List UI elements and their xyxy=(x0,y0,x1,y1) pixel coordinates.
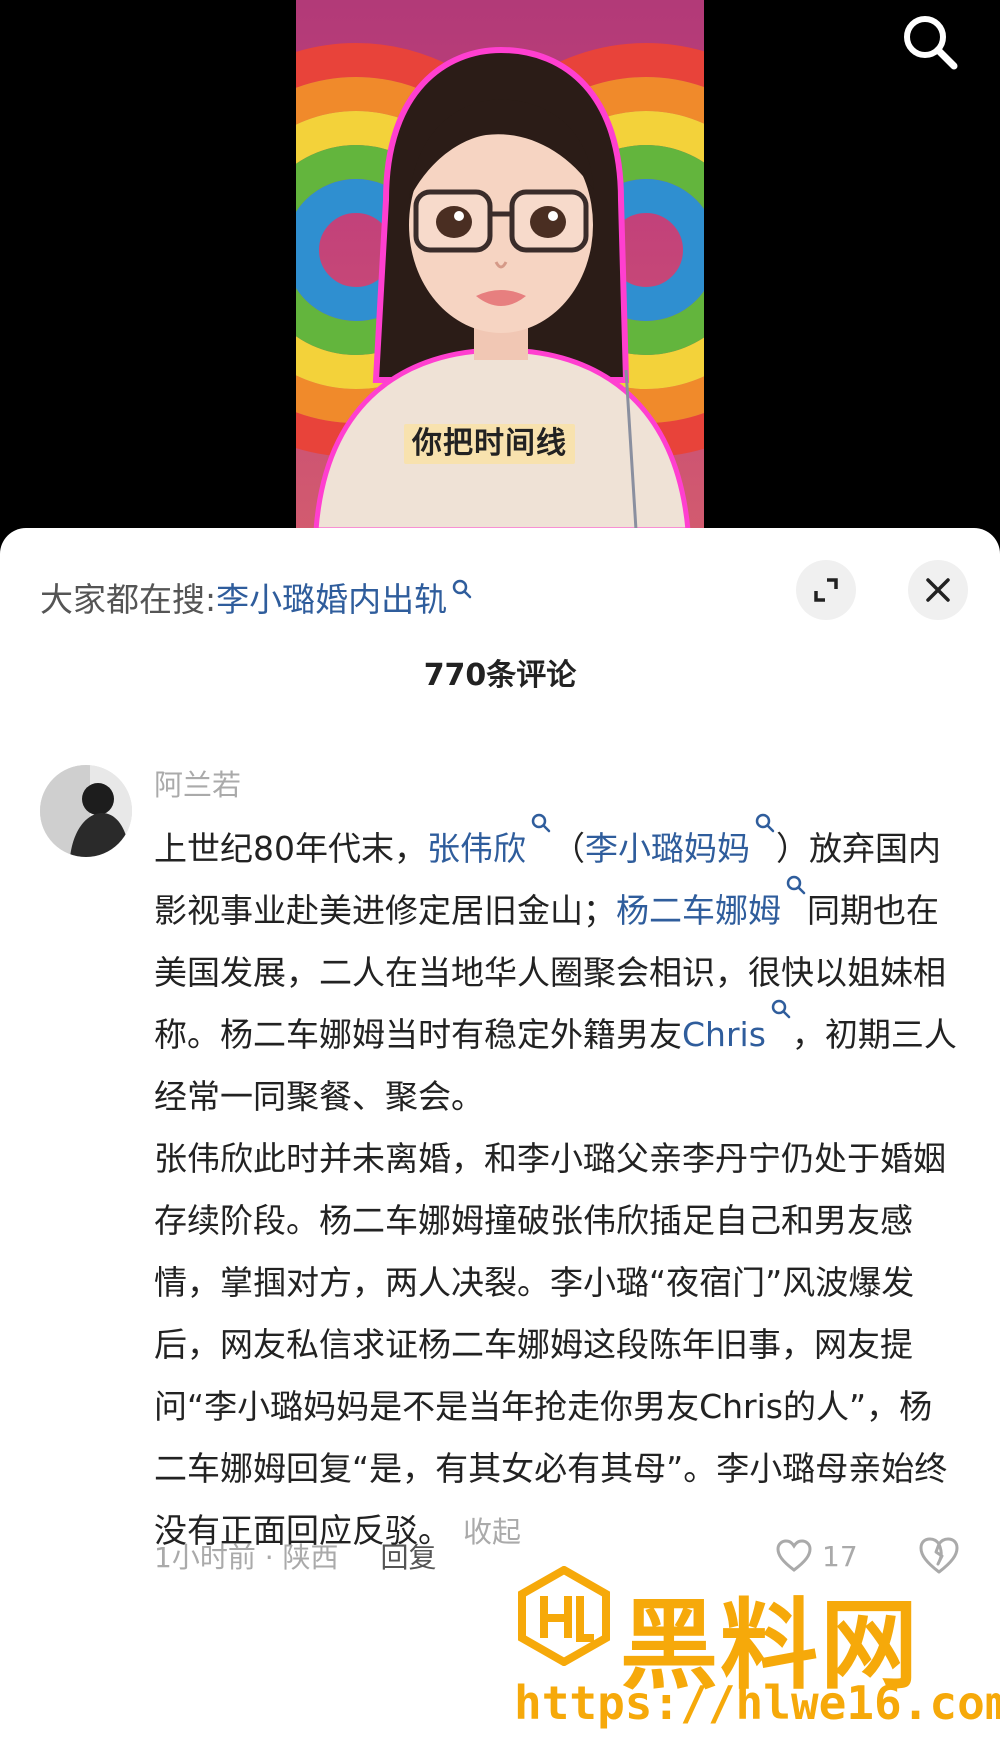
search-icon xyxy=(771,999,791,1019)
trending-search[interactable]: 大家都在搜: 李小璐婚内出轨 xyxy=(40,572,473,622)
expand-icon xyxy=(814,578,838,602)
comment-text-segment: 上世纪80年代末， xyxy=(154,829,427,868)
search-link-zhang[interactable]: 张伟欣 xyxy=(427,829,526,868)
avatar[interactable] xyxy=(40,765,132,857)
search-button[interactable] xyxy=(898,10,962,74)
watermark-logo-icon xyxy=(518,1566,610,1666)
search-icon xyxy=(904,16,958,70)
collapse-link[interactable]: 收起 xyxy=(463,1515,521,1549)
comment-text-segment: 张伟欣此时并未离婚，和李小璐父亲李丹宁仍处于婚姻存续阶段。杨二车娜姆撞破张伟欣插… xyxy=(154,1139,948,1550)
comment-username[interactable]: 阿兰若 xyxy=(154,762,241,804)
search-icon xyxy=(531,813,551,833)
watermark: 黑料网 https://hlwe16.com xyxy=(514,1560,1000,1750)
search-link-chris[interactable]: Chris xyxy=(682,1015,766,1054)
reply-button[interactable]: 回复 xyxy=(381,1536,437,1576)
video-player[interactable]: 你把时间线 xyxy=(0,0,1000,530)
comment-count: 770条评论 xyxy=(423,658,577,693)
watermark-url: https://hlwe16.com xyxy=(514,1676,1000,1730)
expand-button[interactable] xyxy=(796,560,856,620)
search-icon xyxy=(786,875,806,895)
trending-search-prefix: 大家都在搜: xyxy=(40,580,217,619)
comment-text-segment: （ xyxy=(552,829,585,868)
trending-search-link[interactable]: 李小璐婚内出轨 xyxy=(216,573,447,621)
search-link-yang[interactable]: 杨二车娜姆 xyxy=(616,891,781,930)
comment-paragraph-2: 张伟欣此时并未离婚，和李小璐父亲李丹宁仍处于婚姻存续阶段。杨二车娜姆撞破张伟欣插… xyxy=(154,1128,964,1563)
comment-paragraph-1: 上世纪80年代末，张伟欣 （李小璐妈妈 ）放弃国内影视事业赴美进修定居旧金山；杨二车… xyxy=(154,813,964,1128)
search-icon xyxy=(755,813,775,833)
comment-text: 上世纪80年代末，张伟欣 （李小璐妈妈 ）放弃国内影视事业赴美进修定居旧金山；杨二车… xyxy=(154,813,964,1563)
comment-meta: 1小时前 · 陕西 回复 xyxy=(154,1534,437,1578)
close-button[interactable] xyxy=(908,560,968,620)
search-icon xyxy=(452,579,472,599)
comment-time-location: 1小时前 · 陕西 xyxy=(154,1541,339,1574)
close-icon xyxy=(926,578,950,602)
video-subtitle: 你把时间线 xyxy=(404,424,575,464)
avatar-image xyxy=(40,765,132,857)
search-link-mother[interactable]: 李小璐妈妈 xyxy=(585,829,750,868)
